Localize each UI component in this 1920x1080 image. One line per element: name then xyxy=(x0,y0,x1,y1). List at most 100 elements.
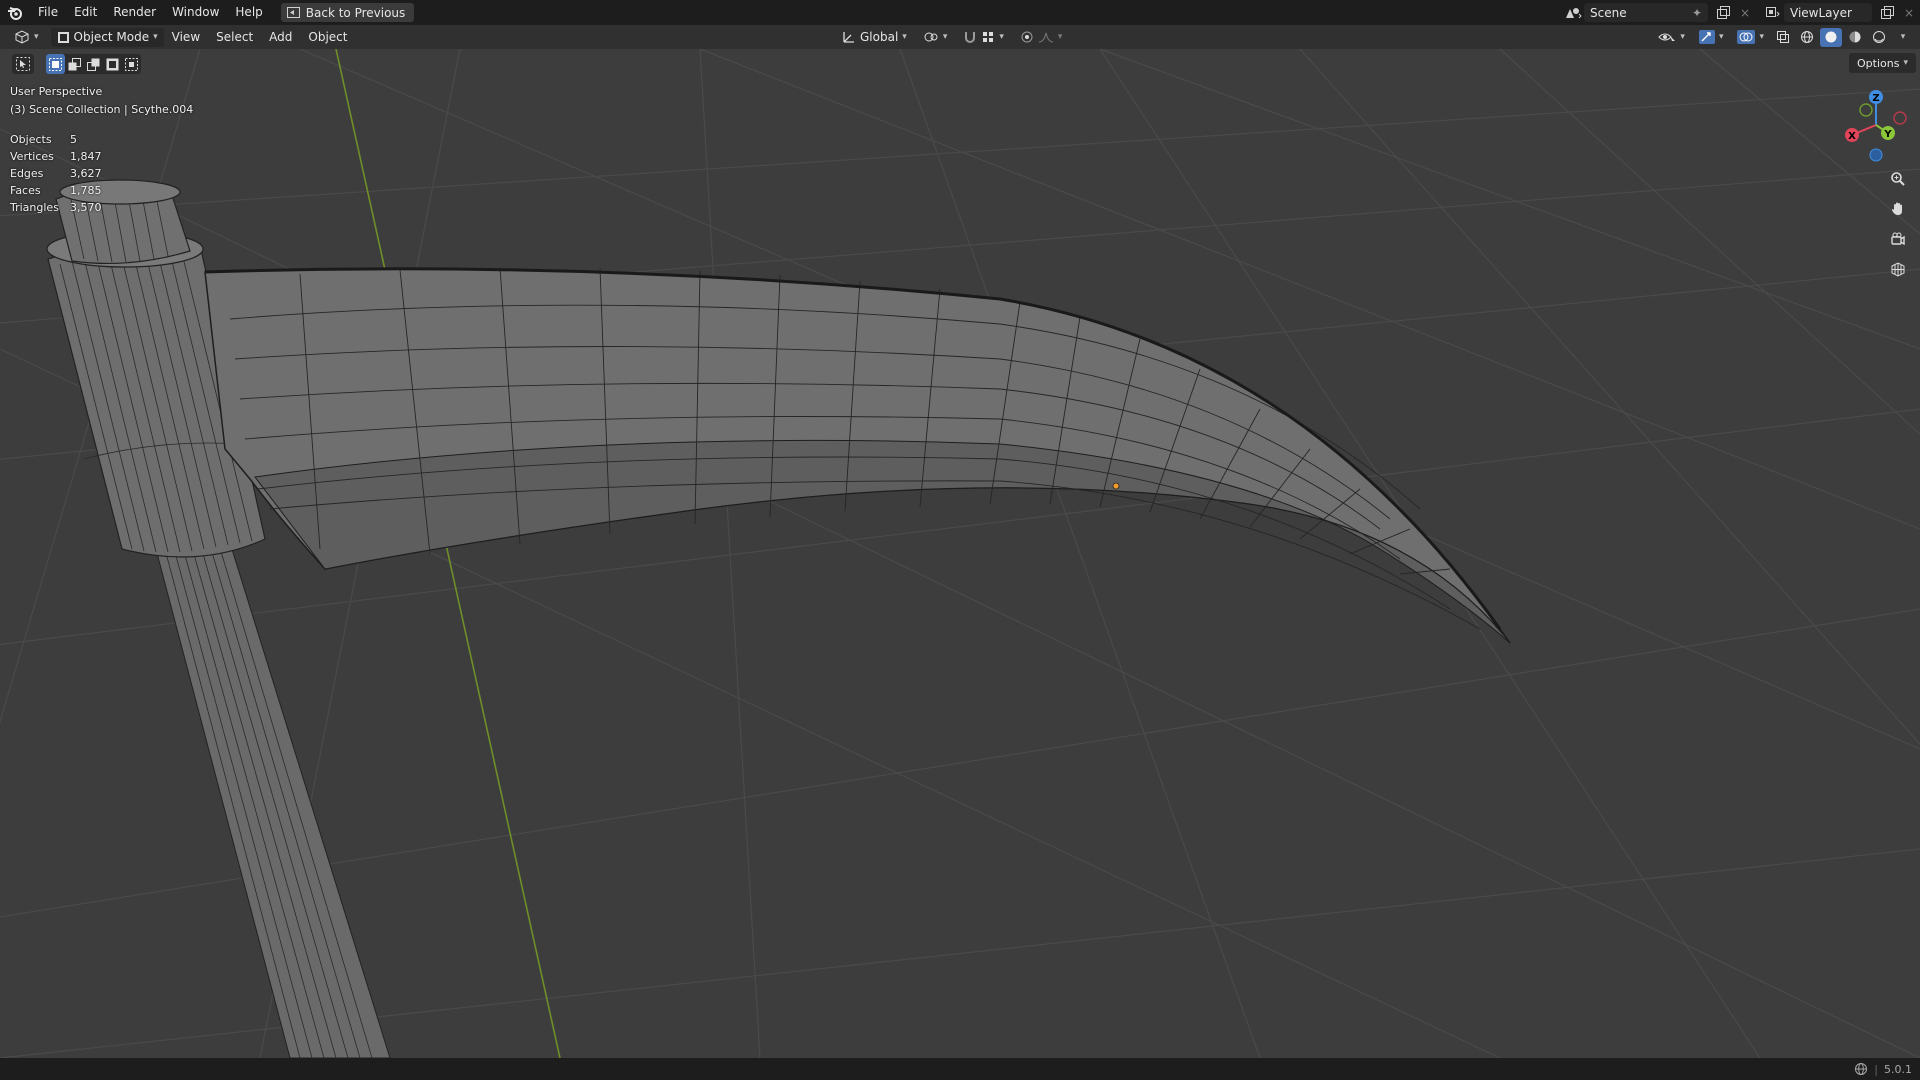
chevron-down-icon: ▾ xyxy=(902,32,907,42)
select-extend-icon xyxy=(68,57,81,70)
navigation-gizmo[interactable]: Z X Y xyxy=(1838,87,1908,167)
options-label: Options xyxy=(1857,56,1900,70)
overlays-dropdown[interactable]: ▾ xyxy=(1731,28,1770,47)
zoom-icon[interactable] xyxy=(1886,167,1910,191)
separator: | xyxy=(1874,1062,1878,1076)
wireframe-shading-icon[interactable] xyxy=(1796,28,1818,47)
menu-window[interactable]: Window xyxy=(164,0,227,25)
stat-value: 3,627 xyxy=(70,167,102,180)
menu-file[interactable]: File xyxy=(30,0,66,25)
fullscreen-back-icon xyxy=(286,7,300,18)
selection-extend-button[interactable] xyxy=(65,54,84,74)
select-intersect-icon xyxy=(125,57,138,71)
chevron-down-icon: ▾ xyxy=(153,32,158,42)
view-perspective-label: User Perspective xyxy=(10,85,103,98)
snap-toggle[interactable]: ▾ xyxy=(957,28,1010,47)
viewport-shading-controls: ▾ ▾ ▾ ▾ xyxy=(1652,25,1914,49)
pivot-point-dropdown[interactable]: ▾ xyxy=(917,28,954,47)
chevron-down-icon: ▾ xyxy=(942,32,948,42)
menu-view[interactable]: View xyxy=(164,30,208,44)
pivot-icon xyxy=(924,32,938,42)
transform-orientation-label: Global xyxy=(860,30,899,44)
selection-intersect-button[interactable] xyxy=(122,54,141,74)
editor-type-dropdown[interactable]: ▾ xyxy=(8,28,45,47)
stat-row-faces: Faces 1,785 xyxy=(10,182,102,199)
stat-row-vertices: Vertices 1,847 xyxy=(10,148,102,165)
stat-value: 5 xyxy=(70,133,77,146)
camera-view-icon[interactable] xyxy=(1886,227,1910,251)
solid-shading-icon[interactable] xyxy=(1820,27,1842,47)
select-tool-button[interactable] xyxy=(12,54,34,74)
overlay-circles-icon xyxy=(1737,30,1756,44)
orientation-axes-icon xyxy=(843,32,854,43)
scene-name-field[interactable]: Scene ✦ xyxy=(1584,3,1708,22)
transform-orientation-dropdown[interactable]: Global ▾ xyxy=(836,28,913,47)
viewlayer-selector-icon[interactable] xyxy=(1762,3,1784,22)
globe-icon xyxy=(1855,1063,1868,1075)
scythe-blade[interactable] xyxy=(204,267,1511,644)
pan-hand-icon[interactable] xyxy=(1886,197,1910,221)
3d-viewport-icon xyxy=(15,30,29,44)
gizmo-neg-z[interactable] xyxy=(1869,148,1883,162)
view-layer-field[interactable]: ViewLayer xyxy=(1784,3,1872,22)
menu-add[interactable]: Add xyxy=(261,30,300,44)
chevron-down-icon: ▾ xyxy=(1057,32,1063,42)
mode-label: Object Mode xyxy=(73,30,150,44)
version-label: 5.0.1 xyxy=(1884,1062,1912,1076)
top-menu-bar: File Edit Render Window Help Back to Pre… xyxy=(0,0,1920,25)
topbar-right-group: Scene ✦ × ViewLayer × xyxy=(1562,0,1920,25)
proportional-editing-toggle[interactable]: ▾ xyxy=(1014,28,1069,47)
ortho-grid-icon[interactable] xyxy=(1886,257,1910,281)
stat-label: Faces xyxy=(10,184,41,197)
viewport-tool-row xyxy=(12,54,141,74)
shading-options-chevron-icon[interactable]: ▾ xyxy=(1892,28,1914,47)
blender-logo-icon[interactable] xyxy=(0,0,30,25)
gizmo-y-label: Y xyxy=(1883,129,1892,140)
back-to-previous-label: Back to Previous xyxy=(305,5,406,20)
new-view-layer-icon[interactable] xyxy=(1876,3,1898,22)
scene-selector-icon[interactable] xyxy=(1562,3,1584,22)
delete-scene-icon[interactable]: × xyxy=(1734,3,1756,22)
stat-row-objects: Objects 5 xyxy=(10,131,102,148)
menu-help[interactable]: Help xyxy=(227,0,270,25)
selection-set-button[interactable] xyxy=(46,54,65,74)
menu-edit[interactable]: Edit xyxy=(66,0,105,25)
view-layer-text: ViewLayer xyxy=(1790,5,1852,20)
scene-canvas[interactable] xyxy=(0,49,1920,1058)
material-preview-icon[interactable] xyxy=(1844,28,1866,47)
chevron-down-icon: ▾ xyxy=(1903,58,1908,68)
menu-object[interactable]: Object xyxy=(300,30,355,44)
3d-viewport[interactable]: User Perspective (3) Scene Collection | … xyxy=(0,49,1920,1058)
xray-toggle-icon[interactable] xyxy=(1772,28,1794,47)
chevron-down-icon: ▾ xyxy=(999,32,1004,42)
snap-grid-icon xyxy=(983,32,994,42)
stat-value: 1,847 xyxy=(70,150,102,163)
mode-dropdown[interactable]: Object Mode ▾ xyxy=(50,27,164,47)
selection-subtract-button[interactable] xyxy=(84,54,103,74)
falloff-curve-icon xyxy=(1038,32,1053,43)
chevron-down-icon: ▾ xyxy=(34,32,39,42)
pin-icon[interactable]: ✦ xyxy=(1692,6,1702,20)
selection-invert-button[interactable] xyxy=(103,54,122,74)
collection-info-label: (3) Scene Collection | Scythe.004 xyxy=(10,103,194,116)
origin-dot xyxy=(1112,482,1120,490)
stat-row-edges: Edges 3,627 xyxy=(10,165,102,182)
gizmo-neg-x[interactable] xyxy=(1893,111,1907,125)
menu-render[interactable]: Render xyxy=(105,0,164,25)
gizmo-dropdown[interactable]: ▾ xyxy=(1693,28,1730,47)
gizmo-neg-y[interactable] xyxy=(1859,103,1873,117)
chevron-down-icon: ▾ xyxy=(1680,32,1685,42)
options-dropdown[interactable]: Options ▾ xyxy=(1849,53,1916,73)
rendered-shading-icon[interactable] xyxy=(1868,28,1890,47)
delete-view-layer-icon[interactable]: × xyxy=(1898,3,1920,22)
stat-value: 1,785 xyxy=(70,184,102,197)
navigation-tools xyxy=(1886,167,1910,281)
new-scene-icon[interactable] xyxy=(1712,3,1734,22)
menu-select[interactable]: Select xyxy=(208,30,261,44)
visibility-dropdown[interactable]: ▾ xyxy=(1652,28,1691,47)
blender-window: File Edit Render Window Help Back to Pre… xyxy=(0,0,1920,1080)
back-to-previous-button[interactable]: Back to Previous xyxy=(280,3,415,22)
stat-value: 3,570 xyxy=(70,201,102,214)
cursor-select-icon xyxy=(16,57,30,71)
magnet-icon xyxy=(965,32,976,43)
